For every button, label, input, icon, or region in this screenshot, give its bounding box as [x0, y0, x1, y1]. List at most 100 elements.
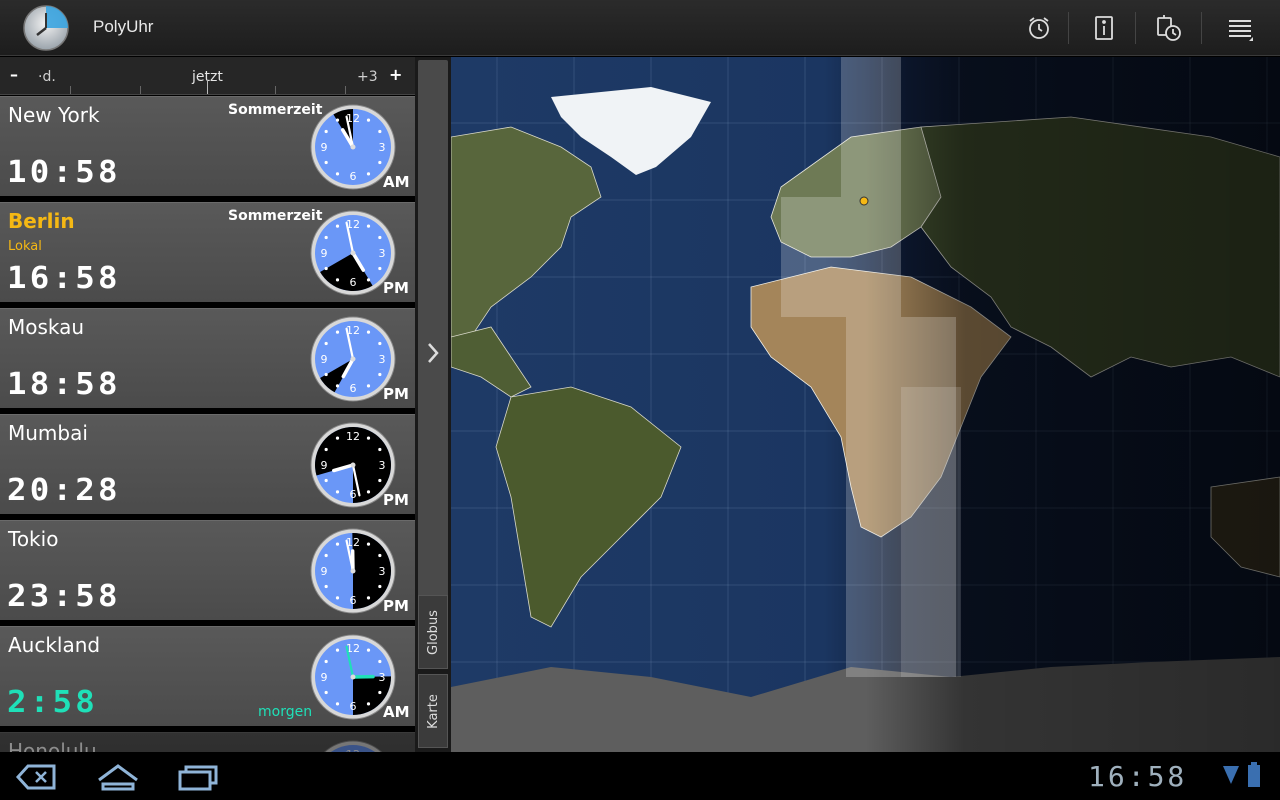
city-row[interactable]: Berlin Lokal Sommerzeit 16:58 12 3 6 9 PM: [0, 202, 415, 302]
clock-dot: [366, 330, 371, 334]
recent-apps-icon[interactable]: [176, 762, 220, 796]
clock-dot: [378, 266, 382, 271]
clock-center: [350, 356, 356, 362]
city-row[interactable]: Mumbai 20:28 12 3 6 9 PM: [0, 414, 415, 514]
clock-dot: [335, 172, 340, 176]
clock-numeral: 6: [350, 170, 357, 183]
clock-numeral: 3: [379, 247, 386, 260]
city-name: Tokio: [8, 527, 59, 551]
clock-dot: [378, 690, 382, 695]
alarm-clock-icon[interactable]: [1019, 8, 1059, 48]
timeline-left-label: ·d.: [38, 69, 56, 85]
timezone-band: [841, 57, 901, 197]
city-name: Honolulu: [8, 739, 97, 752]
clock-dot: [366, 648, 371, 652]
timeline-tick: [345, 86, 346, 94]
clock-dot: [335, 330, 340, 334]
city-row[interactable]: New York Sommerzeit 10:58 12 3 6 9 AM: [0, 96, 415, 196]
tab-globus-label: Globus: [425, 609, 441, 655]
city-row[interactable]: Auckland 2:58 morgen 12 3 6 9 AM: [0, 626, 415, 726]
menu-icon[interactable]: [1220, 8, 1260, 48]
clock-numeral: 3: [379, 353, 386, 366]
clock-numeral: 9: [321, 565, 328, 578]
clock-dot: [366, 384, 371, 388]
clock-dot: [324, 372, 328, 377]
clock-numeral: 9: [321, 459, 328, 472]
system-clock[interactable]: 16:58: [1088, 760, 1187, 793]
clock-numeral: 6: [350, 700, 357, 713]
system-bar: 16:58: [0, 752, 1280, 800]
app-title: PolyUhr: [93, 17, 154, 36]
info-icon[interactable]: [1084, 8, 1124, 48]
city-name: Auckland: [8, 633, 101, 657]
clock-dot: [324, 266, 328, 271]
timeline-bar[interactable]: – ·d. jetzt +3 +: [0, 57, 415, 95]
clock-dot: [366, 278, 371, 282]
clock-icon[interactable]: [22, 4, 70, 52]
clock-dot: [335, 542, 340, 546]
battery-icon: [1247, 762, 1261, 792]
clock-numeral: 3: [379, 671, 386, 684]
clock-dot: [366, 596, 371, 600]
next-day-label: morgen: [258, 704, 313, 720]
timer-icon[interactable]: [1148, 8, 1188, 48]
clock-dot: [378, 478, 382, 483]
clock-dot: [378, 584, 382, 589]
clock-dot: [324, 160, 328, 165]
clock-numeral: 6: [350, 594, 357, 607]
clock-numeral: 6: [350, 276, 357, 289]
clock-dot: [378, 160, 382, 165]
clock-center: [350, 462, 356, 468]
city-list[interactable]: New York Sommerzeit 10:58 12 3 6 9 AM Berli…: [0, 96, 415, 752]
tab-karte-label: Karte: [425, 693, 441, 729]
city-time: 16:58: [7, 261, 121, 296]
clock-dot: [366, 702, 371, 706]
home-icon[interactable]: [95, 762, 141, 796]
ampm-label: PM: [383, 491, 409, 509]
clock-dot: [324, 553, 328, 558]
clock-dot: [366, 542, 371, 546]
clock-dot: [324, 129, 328, 134]
clock-numeral: 9: [321, 141, 328, 154]
city-time: 10:58: [7, 155, 121, 190]
clock-center: [350, 250, 356, 256]
city-name: Mumbai: [8, 421, 88, 445]
timeline-minus-button[interactable]: –: [10, 65, 18, 84]
clock-numeral: 6: [350, 382, 357, 395]
city-row[interactable]: Moskau 18:58 12 3 6 9 PM: [0, 308, 415, 408]
timezone-band: [901, 387, 961, 677]
clock-dot: [335, 278, 340, 282]
side-strip: Globus Karte: [415, 57, 451, 752]
timeline-plus-button[interactable]: +: [389, 65, 402, 84]
tab-karte[interactable]: Karte: [418, 674, 448, 748]
chevron-right-icon: [428, 343, 439, 363]
tab-globus[interactable]: Globus: [418, 595, 448, 669]
action-bar: PolyUhr: [0, 0, 1280, 56]
divider: [1068, 12, 1069, 44]
clock-dot: [378, 129, 382, 134]
clock-numeral: 6: [350, 488, 357, 501]
world-map[interactable]: [451, 57, 1280, 752]
clock-dot: [324, 690, 328, 695]
clock-dot: [335, 118, 340, 122]
city-row[interactable]: Tokio 23:58 12 3 6 9 PM: [0, 520, 415, 620]
timeline-tick: [70, 86, 71, 94]
clock-dot: [366, 224, 371, 228]
clock-center: [350, 674, 356, 680]
city-row[interactable]: Honolulu 12369: [0, 732, 415, 752]
city-time: 18:58: [7, 367, 121, 402]
ampm-label: AM: [383, 703, 410, 721]
ampm-label: PM: [383, 385, 409, 403]
expand-panel-button[interactable]: [418, 60, 448, 646]
clock-dot: [335, 648, 340, 652]
clock-dot: [366, 118, 371, 122]
back-icon[interactable]: [14, 762, 58, 796]
city-time: 20:28: [7, 473, 121, 508]
clock-dot: [378, 659, 382, 664]
clock-dot: [335, 436, 340, 440]
clock-dot: [378, 341, 382, 346]
divider: [1135, 12, 1136, 44]
timeline-tick: [275, 86, 276, 94]
city-time: 23:58: [7, 579, 121, 614]
timeline-right-label: +3: [357, 69, 378, 85]
